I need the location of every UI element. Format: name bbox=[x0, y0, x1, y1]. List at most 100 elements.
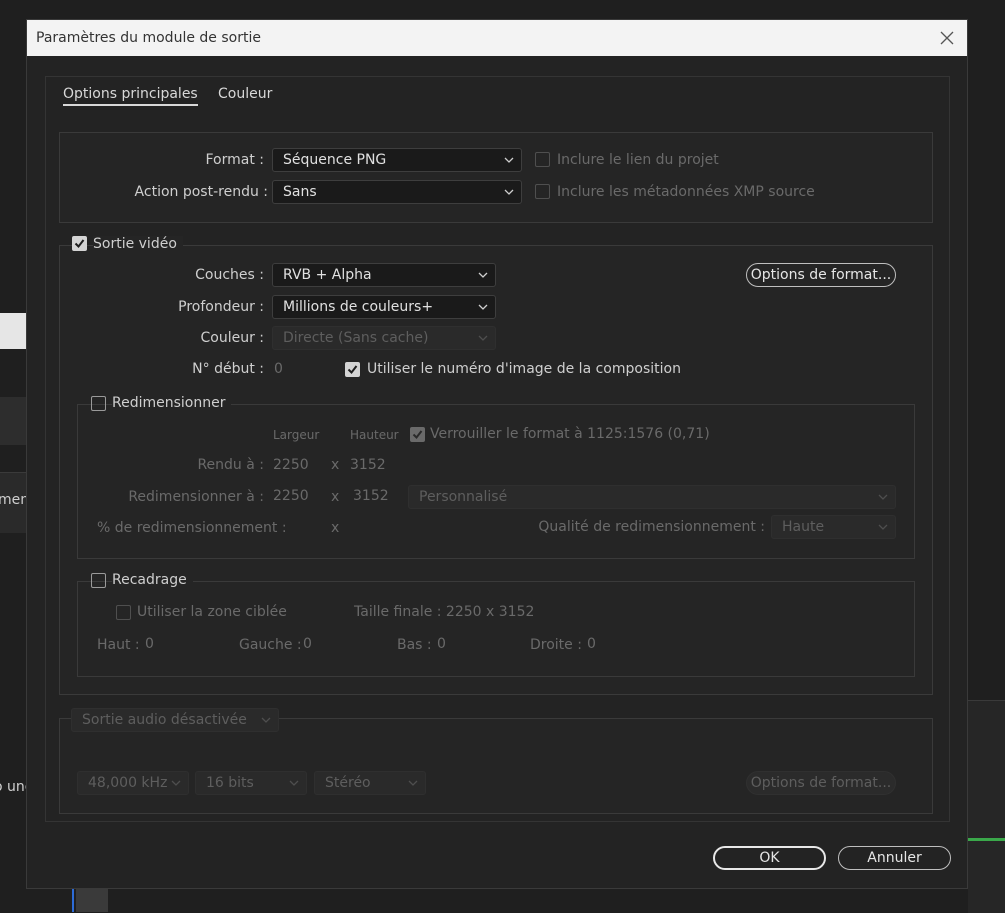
chevron-down-icon bbox=[171, 780, 181, 786]
audio-bit-depth-select[interactable]: 16 bits bbox=[195, 771, 307, 795]
chevron-down-icon bbox=[878, 494, 888, 500]
chevron-down-icon bbox=[408, 780, 418, 786]
checkmark-icon bbox=[74, 239, 85, 249]
audio-section bbox=[59, 718, 933, 814]
final-size-label: Taille finale : 2250 x 3152 bbox=[354, 604, 535, 620]
crop-bottom-value[interactable]: 0 bbox=[437, 636, 446, 652]
color-value: Directe (Sans cache) bbox=[283, 330, 429, 346]
ok-button[interactable]: OK bbox=[713, 846, 826, 870]
dialog-title: Paramètres du module de sortie bbox=[36, 30, 261, 46]
chevron-down-icon bbox=[289, 780, 299, 786]
color-select[interactable]: Directe (Sans cache) bbox=[272, 326, 496, 350]
format-label: Format : bbox=[205, 152, 264, 168]
post-render-value: Sans bbox=[283, 184, 317, 200]
resize-percent-label: % de redimensionnement : bbox=[97, 520, 287, 536]
cancel-button[interactable]: Annuler bbox=[838, 846, 951, 870]
use-comp-frame-checkbox[interactable] bbox=[345, 362, 360, 377]
chevron-down-icon bbox=[878, 524, 888, 530]
crop-right-label: Droite : bbox=[530, 637, 582, 653]
include-project-link-checkbox[interactable] bbox=[535, 152, 550, 167]
audio-format-options-button[interactable]: Options de format... bbox=[746, 771, 896, 795]
crop-label: Recadrage bbox=[112, 572, 193, 588]
video-output-label: Sortie vidéo bbox=[93, 236, 183, 252]
format-value: Séquence PNG bbox=[283, 152, 387, 168]
background-gray-block bbox=[76, 889, 108, 912]
tab-color[interactable]: Couleur bbox=[218, 86, 272, 102]
crop-top-value[interactable]: 0 bbox=[145, 636, 154, 652]
post-render-select[interactable]: Sans bbox=[272, 180, 522, 204]
lock-aspect-checkbox[interactable] bbox=[410, 427, 425, 442]
rendered-height-value: 3152 bbox=[350, 457, 386, 473]
audio-sample-rate-value: 48,000 kHz bbox=[88, 775, 168, 791]
crop-left-value[interactable]: 0 bbox=[303, 636, 312, 652]
crop-left-label: Gauche : bbox=[239, 637, 302, 653]
chevron-down-icon bbox=[504, 157, 514, 163]
audio-bit-depth-value: 16 bits bbox=[206, 775, 254, 791]
lock-aspect-label: Verrouiller le format à 1125:1576 (0,71) bbox=[430, 426, 710, 442]
resize-checkbox[interactable] bbox=[91, 396, 106, 411]
audio-channels-select[interactable]: Stéréo bbox=[314, 771, 426, 795]
use-comp-frame-label: Utiliser le numéro d'image de la composi… bbox=[367, 361, 681, 377]
channels-select[interactable]: RVB + Alpha bbox=[272, 263, 496, 287]
chevron-down-icon bbox=[261, 717, 271, 723]
output-module-settings-dialog: Paramètres du module de sortie Options p… bbox=[26, 19, 968, 889]
chevron-down-icon bbox=[504, 189, 514, 195]
background-right-panel bbox=[968, 700, 1005, 913]
resize-to-x-separator: x bbox=[331, 489, 340, 505]
crop-top-label: Haut : bbox=[97, 637, 140, 653]
chevron-down-icon bbox=[478, 272, 488, 278]
include-xmp-label: Inclure les métadonnées XMP source bbox=[557, 184, 815, 200]
audio-output-select[interactable]: Sortie audio désactivée bbox=[71, 708, 279, 732]
crop-section bbox=[77, 581, 915, 677]
close-button[interactable] bbox=[937, 28, 957, 48]
background-text-fragment: men bbox=[0, 492, 30, 508]
rendered-x-separator: x bbox=[331, 457, 340, 473]
crop-checkbox[interactable] bbox=[91, 573, 106, 588]
depth-select[interactable]: Millions de couleurs+ bbox=[272, 295, 496, 319]
dialog-titlebar: Paramètres du module de sortie bbox=[27, 20, 967, 56]
include-project-link-label: Inclure le lien du projet bbox=[557, 152, 719, 168]
checkmark-icon bbox=[347, 365, 358, 375]
video-output-checkbox[interactable] bbox=[72, 236, 87, 251]
depth-label: Profondeur : bbox=[178, 299, 264, 315]
audio-sample-rate-select[interactable]: 48,000 kHz bbox=[77, 771, 189, 795]
resize-quality-value: Haute bbox=[782, 519, 825, 535]
background-dark-block bbox=[0, 397, 26, 445]
background-blue-line bbox=[72, 889, 74, 912]
close-icon bbox=[940, 31, 954, 45]
height-column-header: Hauteur bbox=[350, 428, 399, 442]
format-section bbox=[59, 132, 933, 223]
post-render-label: Action post-rendu : bbox=[134, 184, 268, 200]
audio-channels-value: Stéréo bbox=[325, 775, 371, 791]
resize-quality-label: Qualité de redimensionnement : bbox=[538, 519, 765, 535]
video-format-options-button[interactable]: Options de format... bbox=[746, 263, 896, 287]
format-select[interactable]: Séquence PNG bbox=[272, 148, 522, 172]
start-number-label: N° début : bbox=[192, 361, 264, 377]
checkmark-icon bbox=[412, 430, 423, 440]
chevron-down-icon bbox=[478, 304, 488, 310]
audio-output-value: Sortie audio désactivée bbox=[82, 712, 247, 728]
chevron-down-icon bbox=[478, 335, 488, 341]
resize-label: Redimensionner bbox=[112, 395, 232, 411]
tab-main-options[interactable]: Options principales bbox=[63, 86, 198, 106]
depth-value: Millions de couleurs+ bbox=[283, 299, 434, 315]
crop-bottom-label: Bas : bbox=[397, 637, 432, 653]
resize-to-label: Redimensionner à : bbox=[128, 489, 264, 505]
include-xmp-checkbox[interactable] bbox=[535, 184, 550, 199]
use-roi-checkbox[interactable] bbox=[116, 605, 131, 620]
rendered-width-value: 2250 bbox=[273, 457, 309, 473]
background-light-block bbox=[0, 313, 26, 349]
resize-preset-select[interactable]: Personnalisé bbox=[408, 485, 896, 509]
resize-quality-select[interactable]: Haute bbox=[771, 515, 896, 539]
resize-preset-value: Personnalisé bbox=[419, 489, 508, 505]
rendered-at-label: Rendu à : bbox=[197, 457, 264, 473]
crop-right-value[interactable]: 0 bbox=[587, 636, 596, 652]
use-roi-label: Utiliser la zone ciblée bbox=[137, 604, 287, 620]
color-label: Couleur : bbox=[200, 330, 264, 346]
start-number-value[interactable]: 0 bbox=[274, 361, 283, 377]
channels-value: RVB + Alpha bbox=[283, 267, 372, 283]
width-column-header: Largeur bbox=[273, 428, 320, 442]
channels-label: Couches : bbox=[195, 267, 264, 283]
resize-to-height-value[interactable]: 3152 bbox=[353, 488, 389, 504]
resize-to-width-value[interactable]: 2250 bbox=[273, 488, 309, 504]
